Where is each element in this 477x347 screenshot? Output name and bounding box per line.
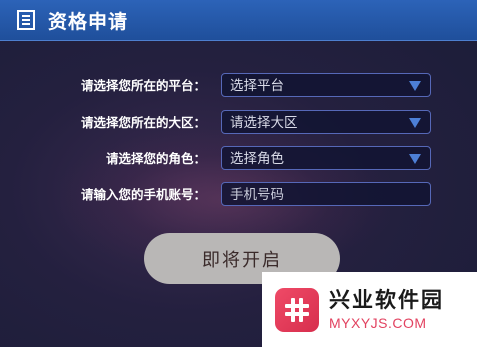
dropdown-arrow-icon	[409, 154, 421, 164]
phone-field-wrap	[221, 182, 431, 206]
hash-logo-icon	[275, 287, 319, 332]
document-icon	[16, 10, 36, 30]
role-select[interactable]: 选择角色	[221, 146, 431, 170]
dropdown-arrow-icon	[409, 81, 421, 91]
region-select-value: 请选择大区	[230, 115, 298, 131]
dropdown-arrow-icon	[409, 118, 421, 128]
page-title: 资格申请	[48, 10, 129, 33]
region-row: 请选择您所在的大区： 请选择大区	[0, 110, 477, 136]
phone-input[interactable]	[230, 187, 420, 203]
phone-row: 请输入您的手机账号：	[0, 182, 477, 208]
platform-select-value: 选择平台	[230, 78, 284, 94]
region-label: 请选择您所在的大区：	[80, 115, 206, 130]
role-label: 请选择您的角色：	[105, 151, 206, 166]
role-select-value: 选择角色	[230, 151, 284, 167]
platform-label: 请选择您所在的平台：	[80, 78, 206, 93]
watermark-text: 兴业软件园 MYXYJS.COM	[329, 287, 444, 333]
region-select[interactable]: 请选择大区	[221, 110, 431, 134]
watermark-title: 兴业软件园	[329, 287, 444, 312]
platform-select[interactable]: 选择平台	[221, 73, 431, 97]
phone-label: 请输入您的手机账号：	[80, 187, 206, 202]
watermark: 兴业软件园 MYXYJS.COM	[262, 272, 477, 347]
platform-row: 请选择您所在的平台： 选择平台	[0, 73, 477, 99]
watermark-url: MYXYJS.COM	[329, 314, 427, 331]
header-bar: 资格申请	[0, 0, 477, 41]
role-row: 请选择您的角色： 选择角色	[0, 146, 477, 172]
